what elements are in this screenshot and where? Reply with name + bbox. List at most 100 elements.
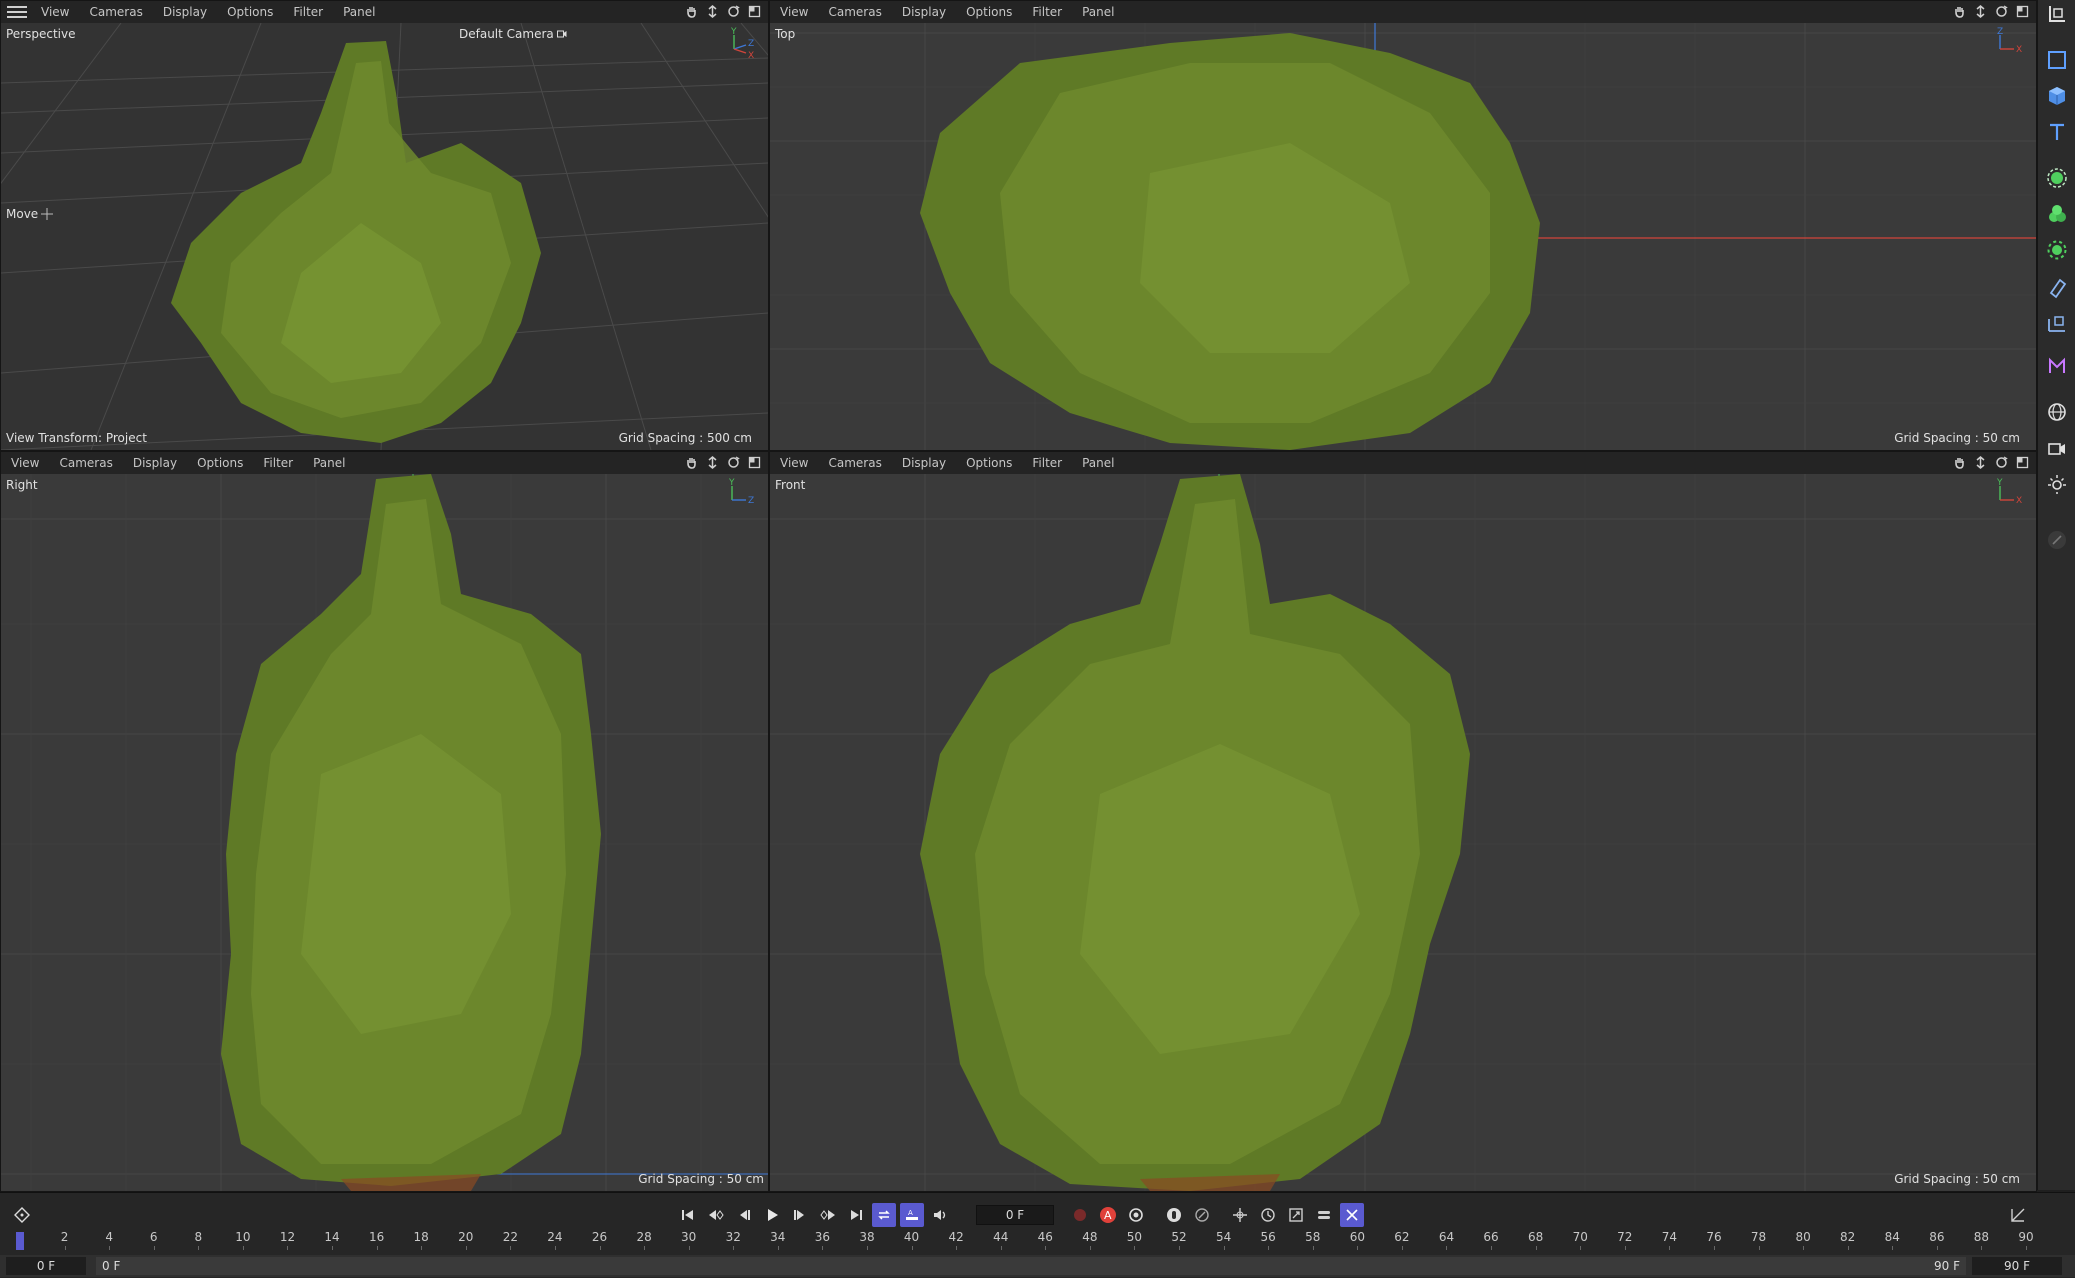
viewport-canvas[interactable]: Top Z X Grid Spacing : 50 cm xyxy=(770,23,2036,450)
prev-key-icon[interactable] xyxy=(704,1203,728,1227)
menu-view[interactable]: View xyxy=(770,5,818,19)
square-icon[interactable] xyxy=(2045,48,2069,72)
mograph-icon[interactable] xyxy=(2045,354,2069,378)
hamburger-icon[interactable] xyxy=(7,6,27,18)
scale-key-icon[interactable] xyxy=(1284,1203,1308,1227)
ruler-tick-label: 18 xyxy=(413,1230,429,1244)
maximize-view-icon[interactable] xyxy=(2015,455,2030,470)
menu-display[interactable]: Display xyxy=(892,5,956,19)
motion-settings-icon[interactable] xyxy=(1190,1203,1214,1227)
menu-display[interactable]: Display xyxy=(123,456,187,470)
menu-view[interactable]: View xyxy=(1,456,49,470)
viewport-top[interactable]: View Cameras Display Options Filter Pane… xyxy=(769,0,2037,451)
move-view-icon[interactable] xyxy=(705,4,720,19)
move-view-icon[interactable] xyxy=(1973,455,1988,470)
menu-options[interactable]: Options xyxy=(956,456,1022,470)
move-view-icon[interactable] xyxy=(705,455,720,470)
end-frame-field[interactable]: 90 F xyxy=(1972,1257,2062,1275)
ruler-tick xyxy=(1535,1246,1537,1250)
viewport-canvas[interactable]: Perspective Default Camera Move Y Z X Vi… xyxy=(1,23,768,450)
fcurve-icon[interactable] xyxy=(2006,1203,2030,1227)
loop-icon[interactable] xyxy=(872,1203,896,1227)
menu-panel[interactable]: Panel xyxy=(303,456,355,470)
ruler-tick-label: 72 xyxy=(1617,1230,1633,1244)
play-icon[interactable] xyxy=(760,1203,784,1227)
next-key-icon[interactable] xyxy=(816,1203,840,1227)
parameter-key-icon[interactable] xyxy=(1312,1203,1336,1227)
menu-display[interactable]: Display xyxy=(153,5,217,19)
rotate-view-icon[interactable] xyxy=(1994,455,2009,470)
menu-display[interactable]: Display xyxy=(892,456,956,470)
max-frame-field[interactable]: 90 F xyxy=(1880,1257,1966,1275)
current-frame-field[interactable]: 0 F xyxy=(976,1205,1054,1225)
menu-filter[interactable]: Filter xyxy=(283,5,333,19)
sound-icon[interactable] xyxy=(928,1203,952,1227)
keyframe-diamond-icon[interactable] xyxy=(10,1203,34,1227)
menu-panel[interactable]: Panel xyxy=(333,5,385,19)
globe-icon[interactable] xyxy=(2045,400,2069,424)
menu-options[interactable]: Options xyxy=(956,5,1022,19)
viewport-perspective[interactable]: View Cameras Display Options Filter Pane… xyxy=(0,0,769,451)
viewport-canvas[interactable]: Right Y Z Grid Spacing : 50 cm xyxy=(1,474,768,1191)
pan-hand-icon[interactable] xyxy=(684,455,699,470)
menu-cameras[interactable]: Cameras xyxy=(818,5,891,19)
rotation-key-icon[interactable] xyxy=(1256,1203,1280,1227)
camera-selector[interactable]: Default Camera xyxy=(459,27,567,41)
menu-filter[interactable]: Filter xyxy=(253,456,303,470)
point-level-icon[interactable] xyxy=(1340,1203,1364,1227)
menu-options[interactable]: Options xyxy=(217,5,283,19)
menu-view[interactable]: View xyxy=(31,5,79,19)
auto-key-icon[interactable]: A xyxy=(900,1203,924,1227)
scene-icon[interactable] xyxy=(2045,312,2069,336)
timeline-ruler[interactable]: 0246810121416182022242628303234363840424… xyxy=(8,1228,2038,1250)
go-to-end-icon[interactable] xyxy=(844,1203,868,1227)
go-to-start-icon[interactable] xyxy=(676,1203,700,1227)
maximize-view-icon[interactable] xyxy=(747,4,762,19)
keyframe-toggle[interactable] xyxy=(10,1202,34,1228)
pen-icon[interactable] xyxy=(2045,528,2069,552)
coordinate-icon[interactable] xyxy=(2045,2,2069,26)
menu-filter[interactable]: Filter xyxy=(1022,456,1072,470)
light-icon[interactable] xyxy=(2045,472,2069,496)
menu-panel[interactable]: Panel xyxy=(1072,5,1124,19)
next-frame-icon[interactable] xyxy=(788,1203,812,1227)
min-frame-field[interactable]: 0 F xyxy=(96,1257,1966,1275)
position-key-icon[interactable] xyxy=(1228,1203,1252,1227)
pan-hand-icon[interactable] xyxy=(1952,4,1967,19)
prev-frame-icon[interactable] xyxy=(732,1203,756,1227)
particles-icon[interactable] xyxy=(2045,202,2069,226)
menu-panel[interactable]: Panel xyxy=(1072,456,1124,470)
pan-hand-icon[interactable] xyxy=(684,4,699,19)
rotate-view-icon[interactable] xyxy=(1994,4,2009,19)
sphere-gear-icon[interactable] xyxy=(2045,166,2069,190)
maximize-view-icon[interactable] xyxy=(2015,4,2030,19)
text-icon[interactable] xyxy=(2045,120,2069,144)
cube-icon[interactable] xyxy=(2045,84,2069,108)
keyframe-settings-icon[interactable] xyxy=(1124,1203,1148,1227)
maximize-view-icon[interactable] xyxy=(747,455,762,470)
menu-filter[interactable]: Filter xyxy=(1022,5,1072,19)
move-view-icon[interactable] xyxy=(1973,4,1988,19)
camera-icon[interactable] xyxy=(2045,436,2069,460)
pan-hand-icon[interactable] xyxy=(1952,455,1967,470)
menu-options[interactable]: Options xyxy=(187,456,253,470)
menu-cameras[interactable]: Cameras xyxy=(818,456,891,470)
viewport-canvas[interactable]: Front Y X Grid Spacing : 50 cm xyxy=(770,474,2036,1191)
record-icon[interactable] xyxy=(1068,1203,1092,1227)
start-frame-field[interactable]: 0 F xyxy=(6,1257,86,1275)
ruler-tick xyxy=(109,1246,111,1250)
deformer-icon[interactable] xyxy=(2045,276,2069,300)
menu-view[interactable]: View xyxy=(770,456,818,470)
rotate-view-icon[interactable] xyxy=(726,455,741,470)
axis-gizmo: Z X xyxy=(1997,27,2022,55)
motion-record-icon[interactable] xyxy=(1162,1203,1186,1227)
rotate-view-icon[interactable] xyxy=(726,4,741,19)
viewport-front[interactable]: View Cameras Display Options Filter Pane… xyxy=(769,451,2037,1192)
menu-cameras[interactable]: Cameras xyxy=(49,456,122,470)
ruler-tick xyxy=(1179,1246,1181,1250)
generator-icon[interactable] xyxy=(2045,238,2069,262)
viewport-right[interactable]: View Cameras Display Options Filter Pane… xyxy=(0,451,769,1192)
menu-cameras[interactable]: Cameras xyxy=(79,5,152,19)
playhead[interactable] xyxy=(16,1232,24,1250)
autokey-record-icon[interactable]: A xyxy=(1096,1203,1120,1227)
